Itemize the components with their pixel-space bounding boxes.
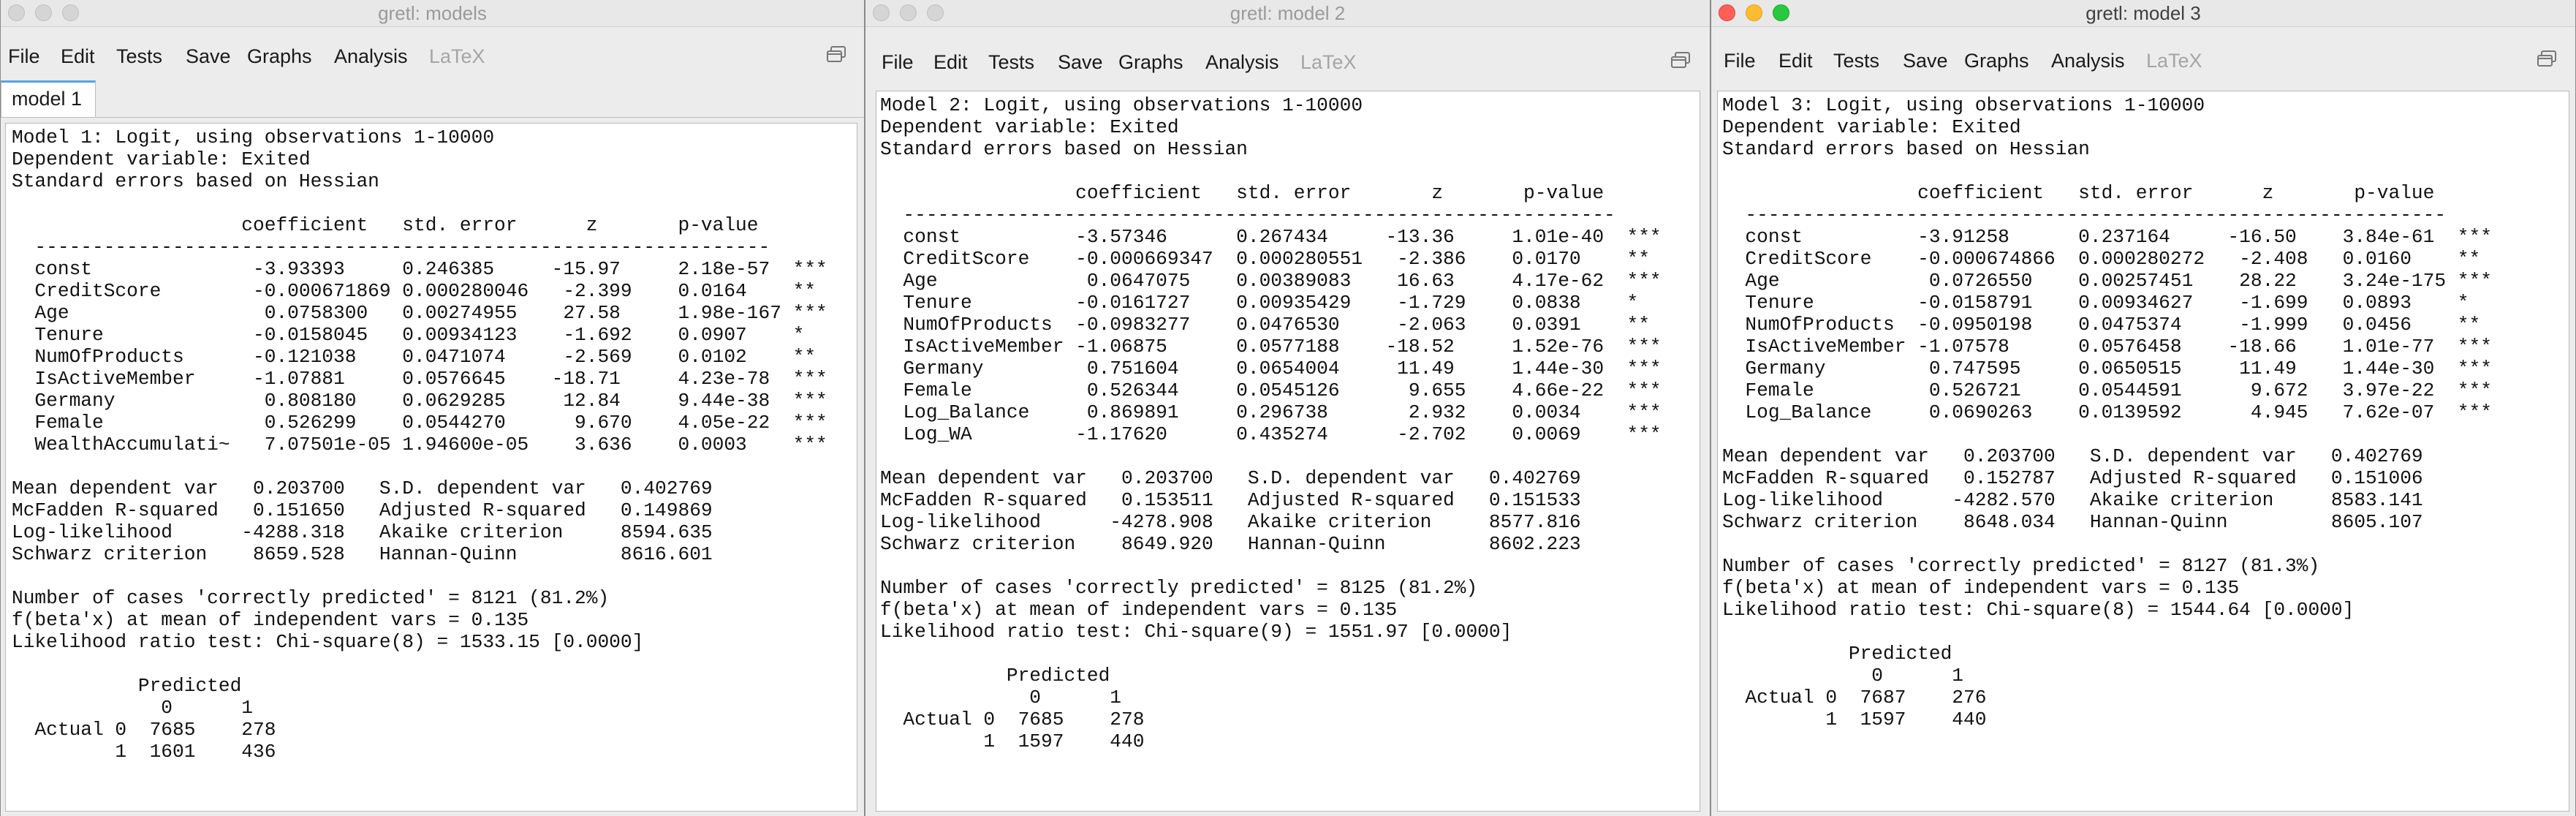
title-bar[interactable]: gretl: model 3: [1711, 0, 2575, 27]
model-output-text: Model 3: Logit, using observations 1-100…: [1722, 94, 2492, 730]
model-output-text: Model 1: Logit, using observations 1-100…: [12, 126, 827, 763]
model-window-1: gretl: models File Edit Tests Save Graph…: [0, 0, 865, 816]
model-window-3: gretl: model 3 File Edit Tests Save Grap…: [1711, 0, 2576, 816]
output-pane: Model 2: Logit, using observations 1-100…: [876, 91, 1700, 812]
output-pane: Model 3: Logit, using observations 1-100…: [1717, 91, 2569, 812]
menu-graphs[interactable]: Graphs: [1118, 45, 1183, 79]
window-switch-icon[interactable]: [1670, 51, 1692, 70]
window-title: gretl: model 3: [2086, 2, 2201, 24]
menu-edit[interactable]: Edit: [933, 45, 968, 79]
window-title: gretl: model 2: [1230, 2, 1346, 24]
menu-tests[interactable]: Tests: [988, 45, 1034, 79]
model-output-text: Model 2: Logit, using observations 1-100…: [880, 94, 1662, 752]
menu-tests[interactable]: Tests: [116, 39, 162, 73]
window-switch-icon[interactable]: [825, 45, 847, 64]
menu-edit[interactable]: Edit: [1778, 44, 1813, 78]
menu-file[interactable]: File: [882, 45, 914, 79]
menu-latex: LaTeX: [1300, 51, 1357, 73]
window-switch-icon[interactable]: [2536, 50, 2558, 69]
menu-bar: File Edit Tests Save Graphs Analysis LaT…: [1, 39, 864, 73]
menu-bar: File Edit Tests Save Graphs Analysis LaT…: [865, 45, 1710, 79]
menu-save[interactable]: Save: [1903, 44, 1948, 78]
menu-graphs[interactable]: Graphs: [247, 39, 312, 73]
title-bar[interactable]: gretl: model 2: [865, 0, 1710, 27]
menu-analysis[interactable]: Analysis: [2051, 44, 2125, 78]
menu-edit[interactable]: Edit: [61, 39, 95, 73]
menu-save[interactable]: Save: [1058, 45, 1103, 79]
tab-strip: model 1: [1, 80, 864, 118]
menu-tests[interactable]: Tests: [1833, 44, 1879, 78]
menu-graphs[interactable]: Graphs: [1964, 44, 2029, 78]
model-window-2: gretl: model 2 File Edit Tests Save Grap…: [865, 0, 1711, 816]
menu-analysis[interactable]: Analysis: [1205, 45, 1279, 79]
menu-save[interactable]: Save: [186, 39, 231, 73]
output-pane: Model 1: Logit, using observations 1-100…: [5, 123, 857, 812]
menu-bar: File Edit Tests Save Graphs Analysis LaT…: [1711, 44, 2575, 78]
menu-file[interactable]: File: [1724, 44, 1756, 78]
menu-latex: LaTeX: [2146, 50, 2202, 72]
window-title: gretl: models: [378, 2, 487, 24]
menu-analysis[interactable]: Analysis: [334, 39, 408, 73]
menu-file[interactable]: File: [8, 39, 40, 73]
menu-latex: LaTeX: [429, 45, 485, 67]
title-bar[interactable]: gretl: models: [1, 0, 864, 27]
tab-model-1[interactable]: model 1: [1, 80, 96, 117]
